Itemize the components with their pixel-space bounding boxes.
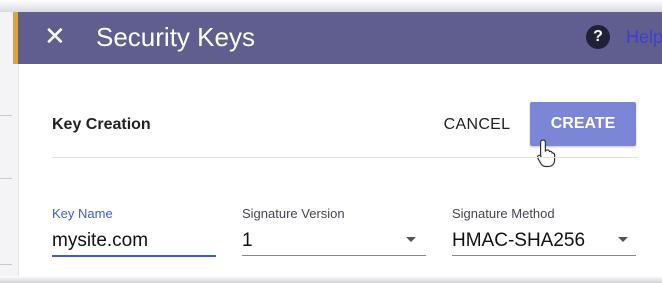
signature-method-select[interactable]: HMAC-SHA256: [452, 230, 585, 252]
background-divider: [0, 178, 12, 179]
key-name-underline: [52, 255, 216, 257]
background-page-strip: [0, 12, 19, 283]
security-keys-dialog: ✕ Security Keys ? Help Key Creation CANC…: [0, 0, 662, 283]
help-link[interactable]: Help: [626, 25, 662, 49]
dialog-title: Security Keys: [96, 22, 255, 52]
background-divider: [0, 264, 12, 265]
dialog-title-bar: ✕ Security Keys ? Help: [18, 12, 662, 64]
signature-method-underline: [452, 255, 636, 256]
chevron-down-icon[interactable]: [406, 237, 416, 242]
hand-pointer-icon: [536, 139, 556, 168]
window-bottom-edge: [0, 276, 662, 283]
signature-version-underline: [242, 255, 426, 256]
cancel-button[interactable]: CANCEL: [440, 106, 514, 144]
signature-version-label: Signature Version: [242, 206, 345, 221]
key-name-label: Key Name: [52, 206, 113, 221]
window-top-edge: [0, 0, 662, 12]
background-divider: [0, 115, 12, 116]
chevron-down-icon[interactable]: [618, 237, 628, 242]
key-name-input[interactable]: mysite.com: [52, 230, 148, 252]
section-title: Key Creation: [52, 116, 151, 133]
close-icon[interactable]: ✕: [44, 22, 72, 50]
help-icon[interactable]: ?: [586, 25, 610, 49]
signature-method-label: Signature Method: [452, 206, 555, 221]
signature-version-select[interactable]: 1: [242, 230, 253, 252]
section-divider: [52, 157, 638, 158]
